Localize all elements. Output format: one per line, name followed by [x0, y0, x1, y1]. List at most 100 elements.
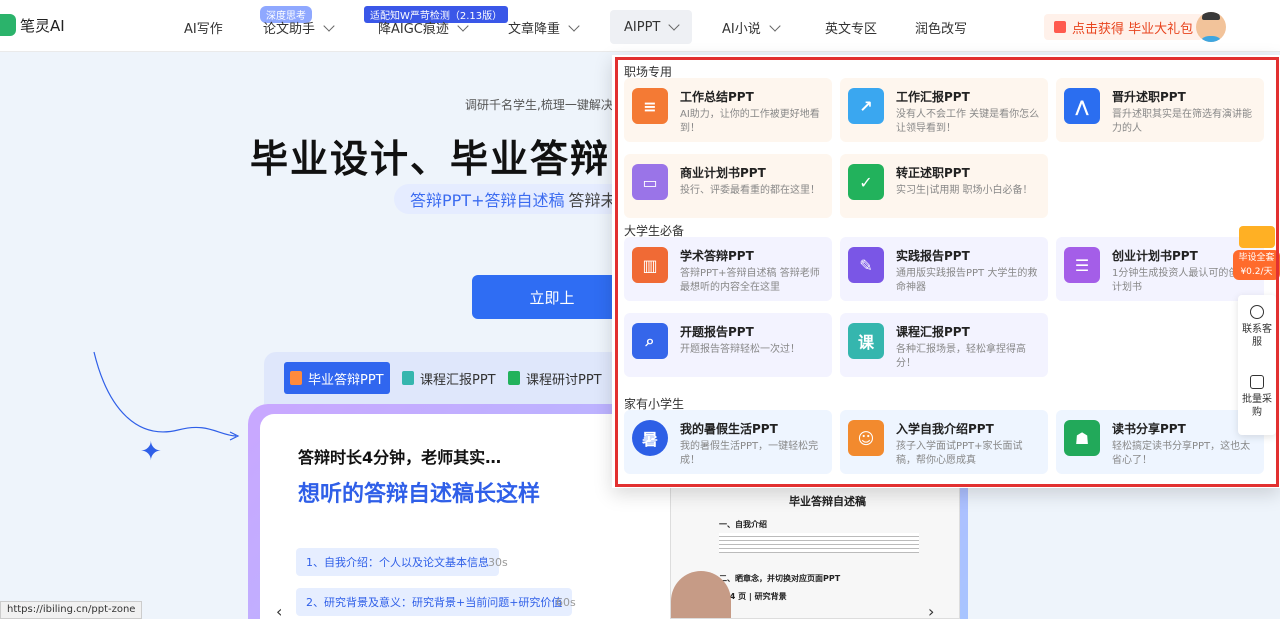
search-doc-icon: ⌕	[632, 323, 668, 359]
card-title: 学术答辩PPT	[680, 249, 754, 263]
avatar[interactable]	[1196, 12, 1226, 42]
card-desc: 投行、评委最看重的都在这里！	[680, 185, 820, 196]
card-title: 读书分享PPT	[1112, 422, 1186, 436]
nav-english[interactable]: 英文专区	[825, 18, 877, 37]
card-summer-life-ppt[interactable]: 暑 我的暑假生活PPT 我的暑假生活PPT，一键轻松完成！	[624, 410, 832, 474]
decorative-curve	[93, 351, 240, 441]
upload-button[interactable]: 立即上	[472, 275, 632, 319]
doc-text-lines	[719, 533, 919, 553]
card-work-summary-ppt[interactable]: ≡ 工作总结PPT AI助力，让你的工作被更好地看到！	[624, 78, 832, 142]
bulk-purchase-button[interactable]: 批量采购	[1238, 375, 1276, 419]
clipboard-icon: ☰	[1064, 247, 1100, 283]
card-business-plan-ppt[interactable]: ▭ 商业计划书PPT 投行、评委最看重的都在这里！	[624, 154, 832, 218]
briefcase-icon: ▭	[632, 164, 668, 200]
top-nav: 笔灵AI 深度思考 适配知W严苛检测（2.13版） AI写作 论文助手 降AIG…	[0, 0, 1280, 52]
checklist-icon: ✓	[848, 164, 884, 200]
card-promotion-ppt[interactable]: ⋀ 晋升述职PPT 晋升述职其实是在筛选有演讲能力的人	[1056, 78, 1264, 142]
card-desc: 我的暑假生活PPT，一键轻松完成！	[680, 441, 819, 466]
hero-subtitle: 调研千名学生,梳理一键解决	[465, 98, 613, 112]
step-item: 1、自我介绍：个人以及论文基本信息	[296, 548, 499, 576]
sparkle-icon: ✦	[140, 437, 162, 467]
card-desc: AI助力，让你的工作被更好地看到！	[680, 109, 820, 134]
card-desc: 各种汇报场景，轻松拿捏得高分！	[896, 344, 1026, 369]
card-desc: 没有人不会工作 关键是看你怎么让领导看到！	[896, 109, 1040, 134]
card-title: 开题报告PPT	[680, 325, 754, 339]
card-title: 我的暑假生活PPT	[680, 422, 778, 436]
contact-service-button[interactable]: 联系客服	[1238, 305, 1276, 349]
step-time: 60s	[556, 596, 576, 609]
nav-rewrite[interactable]: 文章降重	[508, 18, 580, 37]
chevron-down-icon	[769, 19, 781, 32]
card-title: 转正述职PPT	[896, 166, 970, 180]
bag-icon	[1250, 375, 1264, 389]
document-preview: 毕业答辩自述稿 一、自我介绍 二、晒章念，并切换对应页面PPT 第 4 页 | …	[670, 480, 960, 619]
card-proposal-ppt[interactable]: ⌕ 开题报告PPT 开题报告答辩轻松一次过！	[624, 313, 832, 377]
card-title: 工作总结PPT	[680, 90, 754, 104]
aippt-dropdown: 职场专用 ≡ 工作总结PPT AI助力，让你的工作被更好地看到！ ↗ 工作汇报P…	[612, 55, 1280, 488]
chevron-down-icon	[668, 19, 681, 31]
nav-aippt[interactable]: AIPPT	[610, 10, 693, 44]
nav-polish[interactable]: 润色改写	[915, 18, 967, 37]
status-url: https://ibiling.cn/ppt-zone	[0, 601, 143, 619]
chevron-right-icon[interactable]: ›	[928, 602, 934, 619]
chevron-down-icon	[323, 19, 335, 32]
logo-icon	[0, 14, 16, 36]
card-desc: 实习生|试用期 职场小白必备！	[896, 185, 1033, 196]
graduation-gift-button[interactable]: 点击获得 毕业大礼包	[1044, 14, 1204, 40]
student-icon: ☺	[848, 420, 884, 456]
chart-doc-icon: ↗	[848, 88, 884, 124]
card-self-intro-ppt[interactable]: ☺ 入学自我介绍PPT 孩子入学面试PPT+家长面试稿，帮你心愿成真	[840, 410, 1048, 474]
gift-promo-text: 毕设全套 ¥0.2/天	[1233, 250, 1280, 280]
card-work-report-ppt[interactable]: ↗ 工作汇报PPT 没有人不会工作 关键是看你怎么让领导看到！	[840, 78, 1048, 142]
doc-icon	[508, 371, 520, 385]
gift-box-icon	[1239, 226, 1275, 248]
card-desc: 答辩PPT+答辩自述稿 答辩老师最想听的内容全在这里	[680, 268, 820, 293]
card-title: 课程汇报PPT	[896, 325, 970, 339]
nav-paper-assistant[interactable]: 论文助手	[263, 18, 335, 37]
card-desc: 通用版实践报告PPT 大学生的救命神器	[896, 268, 1038, 293]
tab-graduation-ppt[interactable]: 毕业答辩PPT	[284, 362, 390, 394]
nav-ai-writing[interactable]: AI写作	[184, 18, 223, 37]
card-academic-defense-ppt[interactable]: ▥ 学术答辩PPT 答辩PPT+答辩自述稿 答辩老师最想听的内容全在这里	[624, 237, 832, 301]
course-icon: 课	[848, 323, 884, 359]
doc-section: 一、自我介绍	[719, 520, 767, 529]
preview-headline: 想听的答辩自述稿长这样	[298, 482, 541, 507]
reading-icon: ☗	[1064, 420, 1100, 456]
card-practice-report-ppt[interactable]: ✎ 实践报告PPT 通用版实践报告PPT 大学生的救命神器	[840, 237, 1048, 301]
book-icon	[290, 371, 302, 385]
report-icon: ≡	[632, 88, 668, 124]
hero-pill-rest: 答辩未	[568, 191, 617, 210]
book-icon: ▥	[632, 247, 668, 283]
tab-course-report-ppt[interactable]: 课程汇报PPT	[396, 362, 502, 394]
nav-ai-novel[interactable]: AI小说	[722, 18, 781, 37]
hero-title: 毕业设计、毕业答辩	[250, 137, 611, 181]
chevron-down-icon	[568, 19, 580, 32]
headset-icon	[1250, 305, 1264, 319]
step-time: 30s	[488, 556, 508, 569]
card-title: 商业计划书PPT	[680, 166, 766, 180]
chevron-down-icon	[457, 19, 469, 32]
chevron-left-icon[interactable]: ‹	[276, 602, 282, 619]
summer-icon: 暑	[632, 420, 668, 456]
card-title: 工作汇报PPT	[896, 90, 970, 104]
card-title: 晋升述职PPT	[1112, 90, 1186, 104]
step-item: 2、研究背景及意义：研究背景+当前问题+研究价值	[296, 588, 573, 616]
card-desc: 晋升述职其实是在筛选有演讲能力的人	[1112, 109, 1252, 134]
card-desc: 开题报告答辩轻松一次过！	[680, 344, 800, 355]
nav-reduce-aigc[interactable]: 降AIGC痕迹	[378, 18, 469, 37]
logo[interactable]: 笔灵AI	[0, 14, 65, 36]
edit-doc-icon: ✎	[848, 247, 884, 283]
tab-course-seminar-ppt[interactable]: 课程研讨PPT	[502, 362, 608, 394]
card-regular-ppt[interactable]: ✓ 转正述职PPT 实习生|试用期 职场小白必备！	[840, 154, 1048, 218]
card-course-report-ppt[interactable]: 课 课程汇报PPT 各种汇报场景，轻松拿捏得高分！	[840, 313, 1048, 377]
preview-heading: 答辩时长4分钟，老师其实…	[298, 448, 502, 467]
gift-icon	[1054, 21, 1066, 33]
card-reading-share-ppt[interactable]: ☗ 读书分享PPT 轻松搞定读书分享PPT，这也太省心了！	[1056, 410, 1264, 474]
doc-section: 二、晒章念，并切换对应页面PPT	[719, 574, 841, 583]
card-desc: 轻松搞定读书分享PPT，这也太省心了！	[1112, 441, 1251, 466]
card-title: 实践报告PPT	[896, 249, 970, 263]
course-icon	[402, 371, 414, 385]
floating-gift-promo[interactable]: 毕设全套 ¥0.2/天	[1233, 226, 1280, 286]
hero-pill-highlight: 答辩PPT+答辩自述稿	[410, 191, 565, 210]
trend-icon: ⋀	[1064, 88, 1100, 124]
